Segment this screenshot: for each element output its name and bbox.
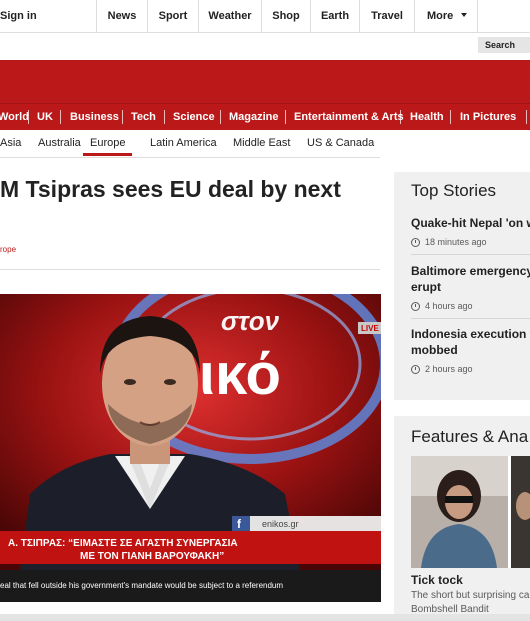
top-stories-title: Top Stories [411,181,497,200]
top-nav: News Sport Weather Shop Earth Travel Mor… [96,0,478,32]
story-time-text: 4 hours ago [425,301,473,311]
section-nav: World UK Business Tech Science Magazine … [0,103,530,130]
ticker-line-1: Α. ΤΣΙΠΡΑΣ: “ΕΙΜΑΣΤΕ ΣΕ ΑΓΑΣΤΗ ΣΥΝΕΡΓΑΣΙ… [8,538,238,549]
search-button[interactable]: Search [478,37,530,53]
nav-separator [28,110,29,124]
nav-separator [450,110,451,124]
story-title-line2[interactable]: mobbed [411,342,530,358]
nav-shop[interactable]: Shop [261,0,310,32]
nav-separator [164,110,165,124]
nav-separator [285,110,286,124]
nav-earth[interactable]: Earth [310,0,359,32]
article-divider [0,269,380,270]
region-nav-divider [0,157,380,158]
feature-summary: The short but surprising ca [411,590,530,601]
page-footer-strip [0,614,530,621]
nav-separator [526,110,527,124]
clock-icon [411,237,420,247]
ticker-line-2: ΜΕ ΤΟΝ ΓΙΑΝΗ ΒΑΡΟΥΦΑΚΗ” [80,551,224,562]
top-stories-panel: Top Stories Quake-hit Nepal 'on w 18 min… [394,172,530,400]
masthead-band [0,60,530,103]
section-magazine[interactable]: Magazine [229,104,279,130]
story-title-line2[interactable]: erupt [411,279,530,295]
section-health[interactable]: Health [410,104,444,130]
story-timestamp: 2 hours ago [411,364,530,374]
section-business[interactable]: Business [70,104,119,130]
article-topic-link[interactable]: rope [0,245,16,254]
story-title[interactable]: Quake-hit Nepal 'on w [411,215,530,231]
feature-thumbnail[interactable] [411,456,530,568]
section-science[interactable]: Science [173,104,215,130]
article-photo: στον ενικό LIVE f enikos.gr Α. ΤΣΙΠΡΑΣ: … [0,294,381,570]
story-item[interactable]: Baltimore emergency erupt 4 hours ago [411,263,530,311]
region-asia[interactable]: Asia [0,137,21,149]
features-title: Features & Ana [411,427,529,446]
photo-caption: eal that fell outside his government's m… [0,570,381,602]
live-label: LIVE [361,324,379,333]
region-australia[interactable]: Australia [38,137,81,149]
nav-separator [400,110,401,124]
nav-more[interactable]: More [414,0,478,32]
features-panel: Features & Ana Tick tock The short but s… [394,416,530,615]
chevron-down-icon [461,13,467,17]
story-item[interactable]: Quake-hit Nepal 'on w 18 minutes ago [411,215,530,247]
story-item[interactable]: Indonesia execution t mobbed 2 hours ago [411,326,530,374]
nav-more-label: More [427,10,454,22]
nav-separator [220,110,221,124]
tv-studio-image: στον ενικό LIVE f enikos.gr Α. ΤΣΙΠΡΑΣ: … [0,294,381,570]
section-world[interactable]: World [0,104,29,130]
region-nav: Asia Australia Europe Latin America Midd… [0,130,380,158]
article-headline: M Tsipras sees EU deal by next [0,176,341,202]
nav-separator [122,110,123,124]
sign-in-link[interactable]: Sign in [0,0,37,32]
logo-text-top: στον [221,306,280,336]
story-divider [411,318,530,319]
story-divider [411,254,530,255]
clock-icon [411,301,420,311]
feature-title[interactable]: Tick tock [411,573,463,587]
top-bar: Sign in News Sport Weather Shop Earth Tr… [0,0,530,33]
nav-news[interactable]: News [96,0,147,32]
section-tech[interactable]: Tech [131,104,156,130]
region-europe[interactable]: Europe [83,137,133,156]
section-entertainment-arts[interactable]: Entertainment & Arts [294,104,404,130]
section-in-pictures[interactable]: In Pictures [460,104,516,130]
story-title[interactable]: Indonesia execution t [411,326,530,342]
nav-weather[interactable]: Weather [198,0,261,32]
nav-sport[interactable]: Sport [147,0,198,32]
feature-image [411,456,530,568]
clock-icon [411,364,420,374]
story-time-text: 18 minutes ago [425,237,487,247]
region-middle-east[interactable]: Middle East [233,137,290,149]
network-label: enikos.gr [262,519,299,529]
story-timestamp: 4 hours ago [411,301,530,311]
region-us-canada[interactable]: US & Canada [307,137,374,149]
nav-separator [60,110,61,124]
nav-travel[interactable]: Travel [359,0,414,32]
section-uk[interactable]: UK [37,104,53,130]
story-title[interactable]: Baltimore emergency [411,263,530,279]
story-time-text: 2 hours ago [425,364,473,374]
region-latin-america[interactable]: Latin America [150,137,217,149]
search-row [0,33,530,59]
story-timestamp: 18 minutes ago [411,237,530,247]
